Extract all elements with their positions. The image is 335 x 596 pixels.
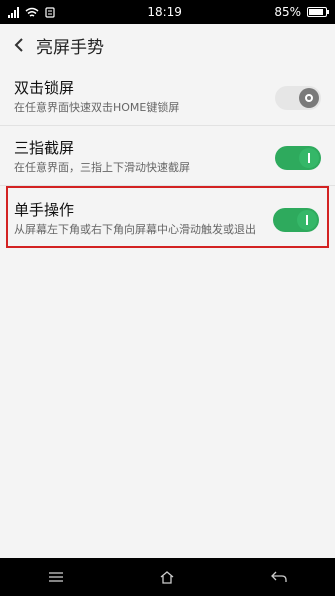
signal-icon <box>8 6 19 18</box>
battery-percent: 85% <box>274 5 301 19</box>
three-finger-screenshot-toggle[interactable] <box>275 146 321 170</box>
chevron-left-icon[interactable] <box>10 36 28 54</box>
screen: 18:19 85% 亮屏手势 双击锁屏 在任意界面快速双击HOME键锁屏 三指截… <box>0 0 335 596</box>
toggle-knob <box>297 210 317 230</box>
status-bar: 18:19 85% <box>0 0 335 24</box>
one-hand-mode-toggle[interactable] <box>273 208 319 232</box>
toggle-knob <box>299 148 319 168</box>
highlight-box: 单手操作 从屏幕左下角或右下角向屏幕中心滑动触发或退出 <box>6 186 329 248</box>
menu-icon[interactable] <box>44 565 68 589</box>
return-icon[interactable] <box>267 565 291 589</box>
notification-icon <box>45 6 55 18</box>
settings-list: 双击锁屏 在任意界面快速双击HOME键锁屏 三指截屏 在任意界面，三指上下滑动快… <box>0 66 335 248</box>
home-icon[interactable] <box>155 565 179 589</box>
double-tap-lock-toggle[interactable] <box>275 86 321 110</box>
status-right: 85% <box>274 5 329 19</box>
nav-bar <box>0 558 335 596</box>
setting-double-tap-lock[interactable]: 双击锁屏 在任意界面快速双击HOME键锁屏 <box>0 66 335 126</box>
page-title: 亮屏手势 <box>36 37 104 58</box>
setting-one-hand-mode[interactable]: 单手操作 从屏幕左下角或右下角向屏幕中心滑动触发或退出 <box>8 188 327 246</box>
header: 亮屏手势 <box>0 24 335 66</box>
setting-three-finger-screenshot[interactable]: 三指截屏 在任意界面，三指上下滑动快速截屏 <box>0 126 335 186</box>
battery-icon <box>306 7 329 17</box>
status-time: 18:19 <box>147 5 182 19</box>
toggle-knob <box>299 88 319 108</box>
wifi-icon <box>25 7 39 17</box>
status-left <box>8 6 55 18</box>
battery-fill <box>308 9 323 15</box>
